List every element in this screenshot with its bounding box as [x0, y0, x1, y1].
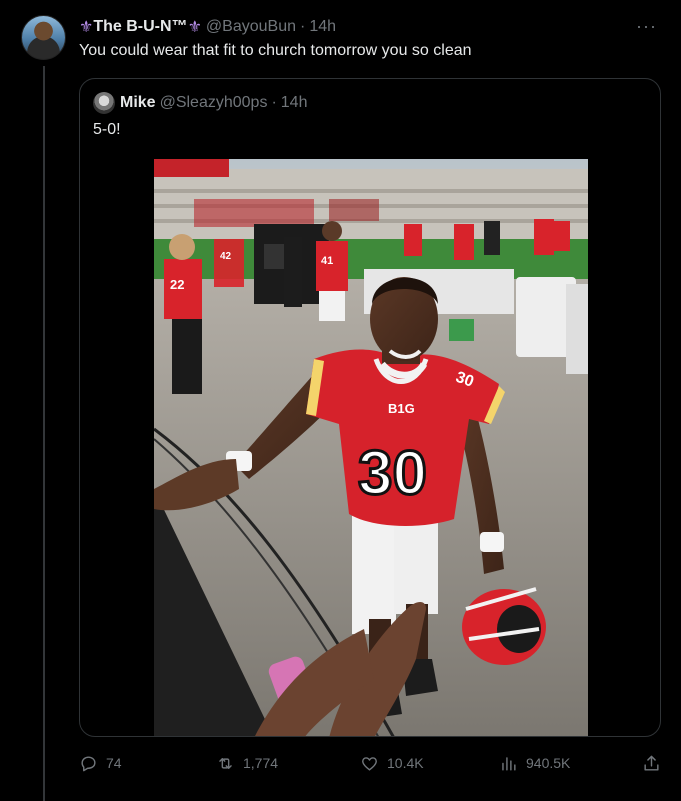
retweet-button[interactable]: 1,774 — [216, 748, 278, 778]
jersey-conference-logo: B1G — [388, 401, 415, 416]
separator-dot: · — [299, 18, 306, 35]
tweet-header: ⚜ The B-U-N™ ⚜ @BayouBun · 14h ··· — [79, 16, 661, 38]
display-name-text: The B-U-N™ — [93, 18, 188, 35]
bg-player-number: 41 — [321, 255, 333, 267]
reply-button[interactable]: 74 — [79, 748, 122, 778]
like-icon — [362, 756, 377, 771]
separator-dot: · — [271, 94, 277, 111]
tweet-actions: 74 1,774 10.4K 940.5K — [79, 748, 661, 778]
like-count: 10.4K — [387, 755, 424, 771]
fleur-de-lis-icon: ⚜ — [79, 19, 94, 36]
share-button[interactable] — [642, 748, 661, 778]
bg-player-number: 42 — [220, 251, 232, 262]
retweet-count: 1,774 — [243, 755, 279, 771]
quote-tweet[interactable]: Mike @Sleazyh00ps · 14h 5-0! B1G 30 30 2… — [79, 78, 661, 737]
views-icon — [502, 756, 516, 771]
tweet-text: You could wear that fit to church tomorr… — [79, 42, 472, 59]
user-handle[interactable]: @BayouBun — [206, 18, 296, 36]
quote-timestamp[interactable]: 14h — [281, 94, 308, 112]
views-button[interactable]: 940.5K — [499, 748, 570, 778]
display-name[interactable]: ⚜ The B-U-N™ ⚜ — [79, 17, 202, 37]
fleur-de-lis-icon: ⚜ — [187, 19, 202, 36]
reply-icon — [81, 755, 96, 771]
like-button[interactable]: 10.4K — [360, 748, 424, 778]
views-count: 940.5K — [526, 755, 571, 771]
quote-text: 5-0! — [93, 121, 121, 138]
football-player-photo: B1G 30 30 22 41 42 — [154, 159, 588, 736]
timestamp[interactable]: 14h — [309, 18, 336, 36]
quote-display-name[interactable]: Mike — [120, 94, 156, 112]
quote-header: Mike @Sleazyh00ps · 14h — [93, 91, 307, 115]
retweet-icon — [219, 757, 232, 769]
quote-photo[interactable]: B1G 30 30 22 41 42 — [154, 159, 588, 736]
quote-avatar[interactable] — [93, 92, 115, 114]
avatar[interactable] — [21, 15, 66, 60]
jersey-number: 30 — [358, 439, 427, 508]
quote-handle[interactable]: @Sleazyh00ps — [160, 94, 268, 112]
share-icon — [644, 755, 659, 771]
bg-player-number: 22 — [170, 277, 184, 292]
more-icon[interactable]: ··· — [636, 16, 657, 37]
thread-line — [43, 66, 45, 801]
reply-count: 74 — [106, 755, 122, 771]
